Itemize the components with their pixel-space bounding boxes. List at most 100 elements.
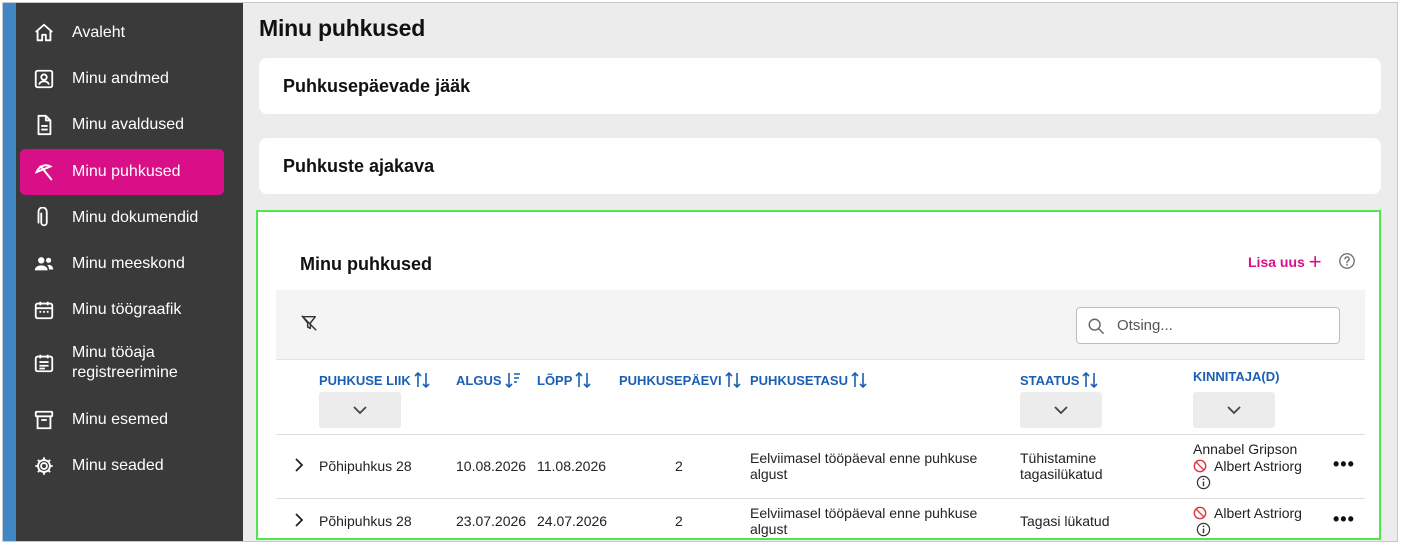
- column-header-days[interactable]: PUHKUSEPÄEVI: [619, 371, 741, 389]
- column-header-approvers[interactable]: KINNITAJA(D): [1193, 369, 1279, 384]
- row-actions-menu-icon[interactable]: •••: [1333, 509, 1355, 530]
- search-icon: [1088, 318, 1104, 334]
- document-icon: [32, 113, 56, 137]
- type-filter-dropdown[interactable]: [319, 392, 401, 428]
- chevron-down-icon: [353, 406, 367, 415]
- column-header-type[interactable]: PUHKUSE LIIK: [319, 371, 430, 389]
- cell-start: 23.07.2026: [456, 513, 527, 529]
- cell-type: Põhipuhkus 28: [319, 458, 412, 474]
- chevron-right-icon[interactable]: [292, 512, 306, 528]
- info-icon[interactable]: [1196, 475, 1211, 490]
- row-divider: [276, 498, 1365, 499]
- sidebar-item-minu-toograafik[interactable]: Minu töögraafik: [20, 294, 224, 326]
- sort-both-icon: [725, 371, 741, 389]
- table-toolbar: [276, 290, 1365, 360]
- add-new-label: Lisa uus: [1248, 254, 1305, 270]
- search-input[interactable]: [1117, 317, 1317, 334]
- my-vacations-panel: Minu puhkused Lisa uus + Otsing... PUHKU…: [256, 210, 1381, 540]
- cell-start: 10.08.2026: [456, 458, 527, 474]
- column-header-label: LÕPP: [537, 372, 573, 388]
- sidebar-item-minu-andmed[interactable]: Minu andmed: [20, 63, 224, 95]
- sidebar-item-label: Minu avaldused: [72, 116, 185, 133]
- help-icon[interactable]: [1338, 252, 1356, 270]
- sort-both-icon: [575, 371, 591, 389]
- id-card-icon: [32, 67, 56, 91]
- ban-icon: [1193, 459, 1207, 473]
- column-header-label: PUHKUSETASU: [750, 372, 848, 388]
- info-icon[interactable]: [1196, 522, 1211, 537]
- sort-both-icon: [414, 371, 430, 389]
- chevron-down-icon: [1227, 406, 1241, 415]
- gear-icon: [32, 454, 56, 478]
- sidebar-item-minu-dokumendid[interactable]: Minu dokumendid: [20, 202, 224, 234]
- sidebar-item-minu-avaldused[interactable]: Minu avaldused: [20, 109, 224, 141]
- beach-umbrella-icon: [32, 160, 56, 184]
- approver-name: Albert Astriorg: [1214, 458, 1302, 474]
- column-header-label: ALGUS: [456, 372, 502, 388]
- sidebar-item-minu-puhkused[interactable]: Minu puhkused: [20, 149, 224, 195]
- sidebar-accent-stripe: [3, 3, 16, 541]
- cell-pay-line1: Eelviimasel tööpäeval enne puhkuse: [750, 505, 978, 521]
- sidebar: Avaleht Minu andmed Minu avaldused Minu …: [3, 3, 243, 541]
- cell-days: 2: [675, 513, 683, 529]
- panel-title: Minu puhkused: [300, 254, 432, 274]
- vacation-balance-card[interactable]: Puhkusepäevade jääk: [259, 58, 1381, 114]
- calendar-list-icon: [32, 351, 56, 375]
- ban-icon: [1193, 506, 1207, 520]
- chevron-down-icon: [1054, 406, 1068, 415]
- column-header-start[interactable]: ALGUS: [456, 371, 521, 389]
- vacation-schedule-title: Puhkuste ajakava: [283, 156, 435, 176]
- column-header-label: PUHKUSEPÄEVI: [619, 372, 722, 388]
- approver-rejected: Albert Astriorg: [1193, 458, 1302, 474]
- sidebar-item-label: Minu töögraafik: [72, 301, 182, 318]
- column-header-end[interactable]: LÕPP: [537, 371, 591, 389]
- status-filter-dropdown[interactable]: [1020, 392, 1102, 428]
- archive-box-icon: [32, 408, 56, 432]
- column-header-label: PUHKUSE LIIK: [319, 372, 411, 388]
- vacation-schedule-card[interactable]: Puhkuste ajakava: [259, 138, 1381, 194]
- row-actions-menu-icon[interactable]: •••: [1333, 454, 1355, 475]
- main-content: Minu puhkused Puhkusepäevade jääk Puhkus…: [243, 3, 1397, 541]
- home-icon: [32, 21, 56, 45]
- sidebar-item-label: Minu andmed: [72, 70, 169, 87]
- sidebar-item-label: Minu seaded: [72, 457, 164, 474]
- sidebar-item-avaleht[interactable]: Avaleht: [20, 17, 224, 49]
- add-new-button[interactable]: Lisa uus +: [1248, 249, 1322, 274]
- cell-pay-line1: Eelviimasel tööpäeval enne puhkuse: [750, 450, 978, 466]
- column-header-label: KINNITAJA(D): [1193, 369, 1280, 384]
- calendar-icon: [32, 298, 56, 322]
- approvers-filter-dropdown[interactable]: [1193, 392, 1275, 428]
- plus-icon: +: [1308, 249, 1322, 274]
- clear-filter-icon[interactable]: [300, 314, 318, 332]
- sidebar-item-label: Minu dokumendid: [72, 209, 199, 226]
- approver-rejected: Albert Astriorg: [1193, 505, 1302, 521]
- team-icon: [32, 252, 56, 276]
- sidebar-item-minu-seaded[interactable]: Minu seaded: [20, 450, 224, 482]
- cell-days: 2: [675, 458, 683, 474]
- sidebar-item-minu-meeskond[interactable]: Minu meeskond: [20, 248, 224, 280]
- cell-status-line1: Tagasi lükatud: [1020, 513, 1110, 529]
- cell-pay-line2: algust: [750, 466, 788, 482]
- sort-both-icon: [851, 371, 867, 389]
- chevron-right-icon[interactable]: [292, 457, 306, 473]
- sidebar-item-label: Minu esemed: [72, 411, 169, 428]
- app-window: Avaleht Minu andmed Minu avaldused Minu …: [2, 2, 1398, 542]
- sidebar-item-label: Minu tööaja registreerimine: [72, 344, 178, 381]
- cell-end: 24.07.2026: [537, 513, 608, 529]
- cell-status-line2: tagasilükatud: [1020, 466, 1103, 482]
- sidebar-item-label: Minu meeskond: [72, 255, 185, 272]
- sidebar-item-minu-tooaja-registreerimine[interactable]: Minu tööaja registreerimine: [20, 340, 224, 386]
- cell-status-line1: Tühistamine: [1020, 450, 1097, 466]
- vacation-balance-title: Puhkusepäevade jääk: [283, 76, 471, 96]
- column-header-status[interactable]: STAATUS: [1020, 371, 1099, 389]
- sidebar-item-minu-esemed[interactable]: Minu esemed: [20, 404, 224, 436]
- sidebar-item-label: Minu puhkused: [72, 163, 181, 180]
- column-header-pay[interactable]: PUHKUSETASU: [750, 371, 867, 389]
- page-title: Minu puhkused: [259, 15, 426, 41]
- table-header-divider: [276, 434, 1365, 435]
- sort-descending-icon: [504, 373, 520, 389]
- search-box[interactable]: [1076, 307, 1340, 344]
- cell-type: Põhipuhkus 28: [319, 513, 412, 529]
- paperclip-icon: [32, 206, 56, 230]
- sort-both-icon: [1082, 371, 1099, 389]
